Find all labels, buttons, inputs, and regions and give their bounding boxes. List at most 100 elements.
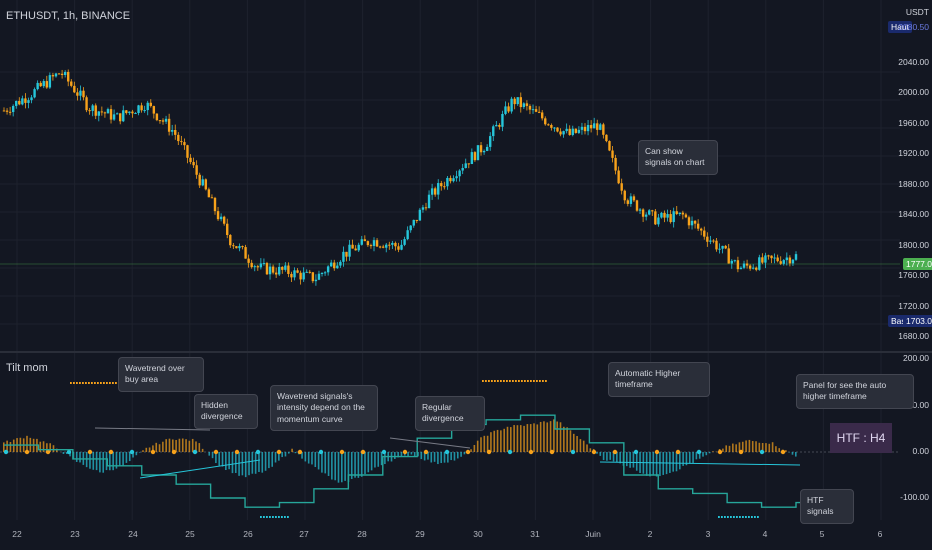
candle-body [733,260,737,262]
callout-htf-signals: HTF signals [800,489,854,524]
histogram-bar [264,452,267,471]
x-tick-13: 4 [762,529,768,539]
callout-auto-htf: Automatic Higher timeframe [608,362,710,397]
symbol-title[interactable]: ETHUSDT, 1h, BINANCE [6,10,130,22]
candle-body [467,163,471,165]
candle-body [229,234,232,246]
histogram-bar [211,452,214,459]
candle-body [638,209,642,211]
wavetrend-dot [108,449,114,455]
histogram-bar [357,452,360,478]
candle-body [94,105,97,116]
candle-body [268,266,272,275]
candle-body [504,106,507,114]
candle-body [755,267,758,270]
buy-mark [542,380,544,382]
x-tick-11: 2 [647,529,653,539]
candle-body [167,118,171,132]
candle-body [501,113,504,127]
candle-body [666,214,669,218]
histogram-bar [503,428,505,452]
candle-body [219,216,223,220]
callout-intensity: Wavetrend signals's intensity depend on … [270,385,378,432]
candle-body [635,200,639,211]
osc-tick-3: -100.00 [900,492,929,502]
candle-body [489,136,492,147]
histogram-bar [500,430,502,452]
candle-body [164,118,168,122]
x-tick-10: Juin [585,529,601,539]
histogram-bar [314,452,317,468]
x-tick-2: 24 [128,529,138,539]
candle-body [372,240,376,246]
histogram-bar [344,452,346,481]
wavetrend-dot [276,449,282,455]
candle-body [369,245,373,247]
histogram-bar [775,446,777,452]
histogram-bar [450,452,452,461]
histogram-bar [486,435,489,452]
candle-body [614,157,617,171]
histogram-bar [682,452,684,466]
candle-body [27,100,30,103]
wavetrend-dot [213,449,219,455]
wavetrend-dot [381,449,387,455]
candle-body [724,245,727,249]
buy-mark [488,380,490,382]
histogram-bar [712,451,714,452]
histogram-bar [311,452,313,465]
buy-mark [70,382,72,384]
histogram-bar [145,447,148,452]
histogram-bar [748,439,751,452]
wavetrend-dot [759,449,765,455]
candle-body [155,113,159,121]
buy-mark [112,382,114,384]
candle-body [519,97,522,108]
candle-body [626,200,630,204]
price-chart[interactable] [0,0,932,550]
candle-body [30,97,33,101]
histogram-bar [645,452,648,476]
histogram-bar [523,425,525,452]
x-tick-5: 27 [299,529,309,539]
candle-body [299,272,302,280]
candle-body [360,239,363,245]
candle-body [767,255,770,257]
candle-body [580,126,584,130]
candle-body [5,110,9,112]
candle-body [385,244,388,248]
histogram-bar [118,452,121,466]
indicator-title[interactable]: Tilt mom [6,362,48,374]
buy-mark [545,380,547,382]
candle-body [678,212,681,215]
sell-mark [736,516,738,518]
candle-body [709,240,712,242]
x-tick-15: 6 [877,529,883,539]
candle-body [115,113,119,115]
histogram-bar [596,452,598,454]
candle-body [363,239,367,242]
x-tick-14: 5 [819,529,825,539]
wavetrend-dot [3,449,9,455]
candle-body [232,245,235,247]
histogram-bar [162,441,164,452]
histogram-bar [274,452,277,463]
histogram-bar [589,448,592,452]
candle-body [128,111,131,114]
candle-body [51,75,55,77]
histogram-bar [79,452,81,463]
candle-body [226,223,229,235]
buy-mark [485,380,487,382]
buy-mark [539,380,541,382]
histogram-bar [526,424,529,452]
candle-body [134,112,137,114]
price-tick-8: 1720.00 [898,301,929,311]
histogram-bar [188,440,191,452]
candle-body [516,97,519,105]
histogram-bar [89,452,91,469]
candle-body [654,211,657,225]
histogram-bar [125,452,128,463]
histogram-bar [625,452,628,467]
candle-body [791,259,795,264]
wavetrend-dot [696,449,702,455]
